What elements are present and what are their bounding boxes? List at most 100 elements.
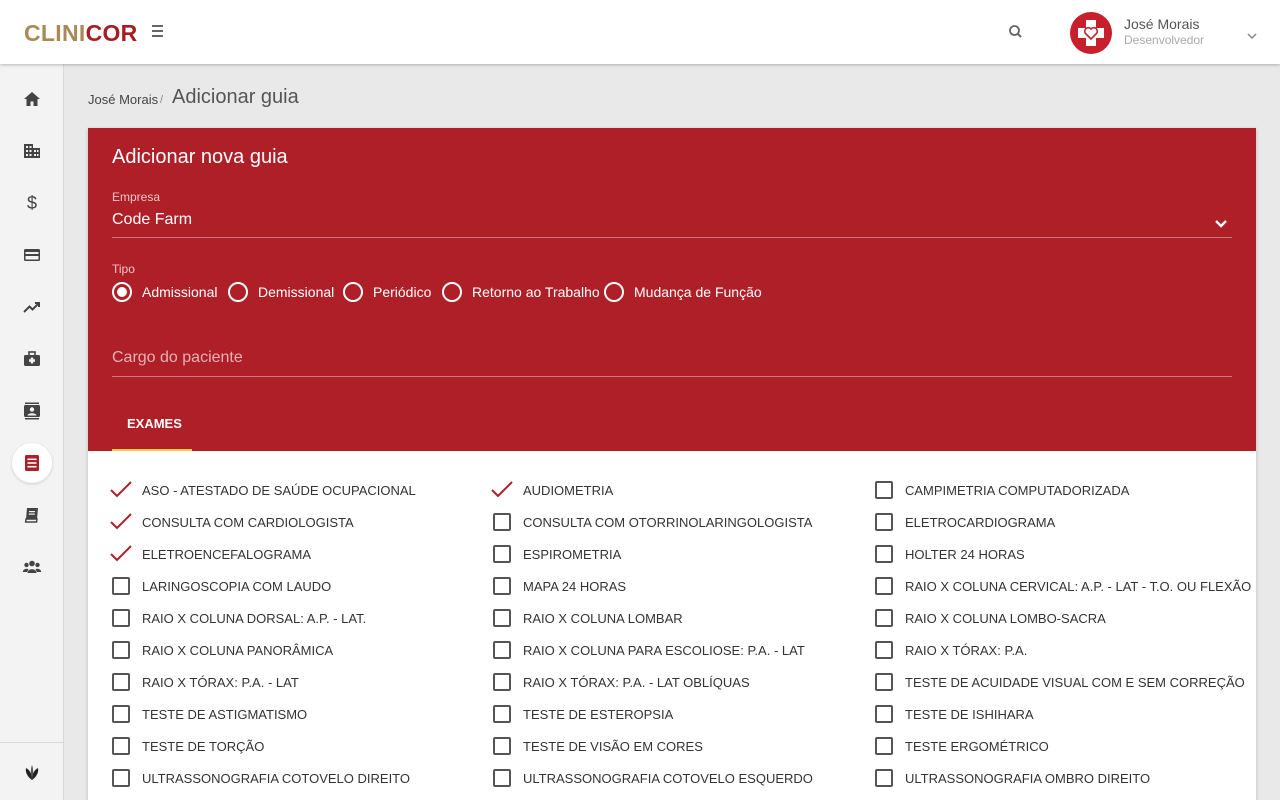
list-icon: [25, 455, 39, 471]
sidebar-item-medical[interactable]: [12, 339, 52, 379]
exam-checkbox-item[interactable]: RAIO X COLUNA PANORÂMICA: [112, 639, 333, 661]
top-app-bar: CLINICOR José Morais Desenvolvedor: [0, 0, 1280, 64]
exam-label: TESTE DE ISHIHARA: [905, 706, 1034, 722]
exam-checkbox-item[interactable]: TESTE DE VISÃO EM CORES: [493, 735, 703, 757]
radio-circle: [228, 282, 248, 302]
building-icon: [24, 144, 40, 158]
sidebar-item-home[interactable]: [12, 79, 52, 119]
dollar-icon: $: [27, 193, 37, 213]
exam-checkbox-item[interactable]: TESTE DE ACUIDADE VISUAL COM E SEM CORRE…: [875, 671, 1245, 693]
exam-checkbox-item[interactable]: RAIO X COLUNA CERVICAL: A.P. - LAT - T.O…: [875, 575, 1251, 597]
sidebar-item-users[interactable]: [12, 547, 52, 587]
radio-label: Periódico: [373, 284, 432, 300]
exam-label: MAPA 24 HORAS: [523, 578, 627, 594]
exam-checkbox-item[interactable]: RAIO X TÓRAX: P.A. - LAT: [112, 671, 299, 693]
radio-label: Demissional: [258, 284, 335, 300]
exam-checkbox-item[interactable]: TESTE ERGOMÉTRICO: [875, 735, 1049, 757]
exam-label: ULTRASSONOGRAFIA COTOVELO DIREITO: [142, 770, 410, 786]
exam-checkbox-item[interactable]: RAIO X COLUNA LOMBO-SACRA: [875, 607, 1106, 629]
exam-checkbox-item[interactable]: CONSULTA COM CARDIOLOGISTA: [110, 511, 354, 533]
tipo-label: Tipo: [112, 262, 135, 276]
user-role: Desenvolvedor: [1124, 33, 1205, 47]
exam-checkbox-item[interactable]: HOLTER 24 HORAS: [875, 543, 1025, 565]
exam-label: RAIO X COLUNA DORSAL: A.P. - LAT.: [142, 610, 367, 626]
exam-label: RAIO X COLUNA CERVICAL: A.P. - LAT - T.O…: [905, 578, 1252, 594]
logo-text-cor: COR: [85, 20, 138, 46]
empresa-value: Code Farm: [112, 211, 193, 228]
checkbox-unchecked: [493, 609, 511, 627]
exam-label: RAIO X COLUNA LOMBAR: [523, 610, 683, 626]
add-guide-card: Adicionar nova guia Empresa Code Farm Ti…: [88, 128, 1256, 800]
exam-label: LARINGOSCOPIA COM LAUDO: [142, 578, 332, 594]
exam-checkbox-item[interactable]: TESTE DE ISHIHARA: [875, 703, 1034, 725]
sidebar-item-library[interactable]: [12, 495, 52, 535]
exam-checkbox-item[interactable]: RAIO X TÓRAX: P.A. - LAT OBLÍQUAS: [493, 671, 750, 693]
checkbox-unchecked: [493, 737, 511, 755]
sidebar-item-guides[interactable]: [12, 443, 52, 483]
exam-checkbox-item[interactable]: LARINGOSCOPIA COM LAUDO: [112, 575, 331, 597]
checkbox-unchecked: [493, 769, 511, 787]
exam-label: RAIO X COLUNA LOMBO-SACRA: [905, 610, 1106, 626]
exam-checkbox-item[interactable]: ELETROCARDIOGRAMA: [875, 511, 1055, 533]
page-title: Adicionar guia: [172, 86, 299, 108]
exam-checkbox-item[interactable]: ULTRASSONOGRAFIA COTOVELO DIREITO: [112, 767, 410, 789]
tab-label: EXAMES: [127, 416, 182, 431]
checkbox-unchecked: [112, 577, 130, 595]
sidebar-item-contacts[interactable]: [12, 391, 52, 431]
breadcrumb-parent[interactable]: José Morais: [88, 92, 158, 107]
exam-label: TESTE ERGOMÉTRICO: [905, 738, 1049, 754]
checkbox-unchecked: [875, 737, 893, 755]
exam-label: TESTE DE ACUIDADE VISUAL COM E SEM CORRE…: [905, 674, 1245, 690]
radio-admissional[interactable]: Admissional: [112, 281, 217, 303]
exam-checkbox-item[interactable]: CONSULTA COM OTORRINOLARINGOLOGISTA: [493, 511, 812, 533]
checkbox-unchecked: [493, 545, 511, 563]
tab-exames[interactable]: EXAMES: [112, 396, 192, 451]
exam-label: RAIO X COLUNA PARA ESCOLIOSE: P.A. - LAT: [523, 642, 805, 658]
search-icon[interactable]: [1006, 22, 1026, 42]
exam-checkbox-item[interactable]: CAMPIMETRIA COMPUTADORIZADA: [875, 479, 1129, 501]
cargo-input[interactable]: Cargo do paciente: [112, 346, 1232, 377]
radio-label: Retorno ao Trabalho: [472, 284, 600, 300]
exam-checkbox-item[interactable]: RAIO X TÓRAX: P.A.: [875, 639, 1027, 661]
exam-label: ULTRASSONOGRAFIA COTOVELO ESQUERDO: [523, 770, 813, 786]
exam-label: ULTRASSONOGRAFIA OMBRO DIREITO: [905, 770, 1151, 786]
exam-checkbox-item[interactable]: RAIO X COLUNA DORSAL: A.P. - LAT.: [112, 607, 366, 629]
exam-checkbox-item[interactable]: ELETROENCEFALOGRAMA: [110, 543, 311, 565]
checkbox-unchecked: [112, 737, 130, 755]
checkbox-unchecked: [875, 513, 893, 531]
radio-mudanca-de-funcao[interactable]: Mudança de Função: [604, 281, 762, 303]
radio-periodico[interactable]: Periódico: [343, 281, 431, 303]
exam-checkbox-item[interactable]: TESTE DE ESTEROPSIA: [493, 703, 673, 725]
chevron-down-icon[interactable]: [1246, 28, 1258, 40]
app-logo[interactable]: CLINICOR: [24, 20, 138, 47]
checkbox-unchecked: [493, 673, 511, 691]
empresa-select[interactable]: Code Farm: [112, 208, 1232, 238]
radio-circle: [442, 282, 462, 302]
exam-checkbox-item[interactable]: ULTRASSONOGRAFIA COTOVELO ESQUERDO: [493, 767, 813, 789]
exam-checkbox-item[interactable]: ESPIROMETRIA: [493, 543, 621, 565]
svg-text:$: $: [27, 193, 37, 213]
checkbox-unchecked: [493, 577, 511, 595]
exam-label: TESTE DE VISÃO EM CORES: [523, 738, 703, 754]
radio-demissional[interactable]: Demissional: [228, 281, 334, 303]
exam-checkbox-item[interactable]: TESTE DE TORÇÃO: [112, 735, 264, 757]
exam-checkbox-item[interactable]: MAPA 24 HORAS: [493, 575, 626, 597]
exam-checkbox-item[interactable]: ULTRASSONOGRAFIA OMBRO DIREITO: [875, 767, 1150, 789]
cargo-placeholder: Cargo do paciente: [112, 349, 243, 366]
sidebar-item-companies[interactable]: [12, 131, 52, 171]
avatar[interactable]: [1070, 12, 1112, 54]
radio-circle: [604, 282, 624, 302]
sidebar-item-reports[interactable]: [12, 287, 52, 327]
menu-icon[interactable]: [150, 22, 168, 42]
exam-checkbox-item[interactable]: RAIO X COLUNA PARA ESCOLIOSE: P.A. - LAT: [493, 639, 805, 661]
exam-checkbox-item[interactable]: RAIO X COLUNA LOMBAR: [493, 607, 683, 629]
exam-checkbox-item[interactable]: ASO - ATESTADO DE SAÚDE OCUPACIONAL: [110, 479, 416, 501]
radio-retorno-ao-trabalho[interactable]: Retorno ao Trabalho: [442, 281, 600, 303]
checkbox-unchecked: [875, 481, 893, 499]
sidebar-item-payments[interactable]: [12, 235, 52, 275]
sidebar-item-finance[interactable]: $: [12, 183, 52, 223]
exam-checkbox-item[interactable]: AUDIOMETRIA: [491, 479, 613, 501]
exam-checkbox-item[interactable]: TESTE DE ASTIGMATISMO: [112, 703, 307, 725]
checkbox-unchecked: [875, 641, 893, 659]
exam-label: TESTE DE ESTEROPSIA: [523, 706, 674, 722]
